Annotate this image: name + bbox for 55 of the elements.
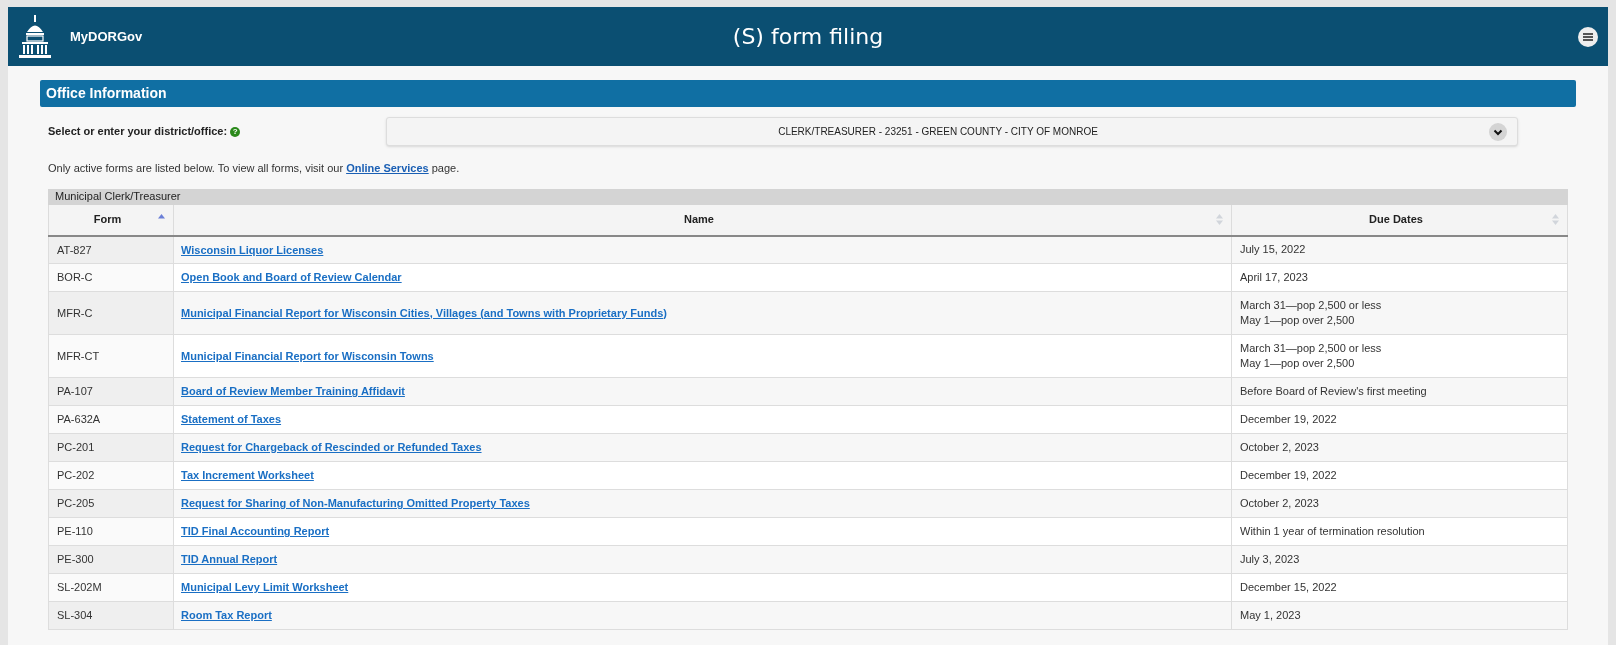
due-date-cell: October 2, 2023 xyxy=(1231,433,1568,462)
due-date-cell: March 31—pop 2,500 or less May 1—pop over 2,500 xyxy=(1231,334,1568,378)
form-cell: BOR-C xyxy=(48,263,174,292)
brand-name[interactable]: MyDORGov xyxy=(70,26,143,47)
form-cell: PA-107 xyxy=(48,377,174,406)
column-header[interactable]: Due Dates xyxy=(1231,204,1568,236)
due-date-cell: December 15, 2022 xyxy=(1231,573,1568,602)
form-cell: PA-632A xyxy=(48,405,174,434)
form-link[interactable]: Municipal Financial Report for Wisconsin Towns xyxy=(181,349,434,362)
due-date-cell: December 19, 2022 xyxy=(1231,405,1568,434)
due-date-cell: July 15, 2022 xyxy=(1231,235,1568,264)
column-header[interactable]: Name xyxy=(173,204,1232,236)
form-link[interactable]: TID Annual Report xyxy=(181,553,278,566)
form-link[interactable]: Request for Chargeback of Rescinded or Refunded Taxes xyxy=(181,441,482,454)
form-cell: PC-205 xyxy=(48,489,174,518)
table-caption: Municipal Clerk/Treasurer xyxy=(48,188,1568,205)
chevron-down-icon xyxy=(1489,122,1507,141)
help-icon[interactable]: ? xyxy=(230,126,241,137)
capitol-logo-icon xyxy=(18,14,52,59)
form-cell: MFR-C xyxy=(48,291,174,335)
due-date-cell: December 19, 2022 xyxy=(1231,461,1568,490)
menu-icon xyxy=(1583,32,1593,41)
due-date-cell: April 17, 2023 xyxy=(1231,263,1568,292)
form-link[interactable]: Request for Sharing of Non-Manufacturing Omitted Property Taxes xyxy=(181,497,530,510)
due-date-cell: Within 1 year of termination resolution xyxy=(1231,517,1568,546)
section-title: Office Information xyxy=(46,84,167,103)
form-link[interactable]: TID Final Accounting Report xyxy=(181,525,330,538)
form-cell: PC-202 xyxy=(48,461,174,490)
form-cell: PE-110 xyxy=(48,517,174,546)
form-cell: AT-827 xyxy=(48,235,174,264)
form-link[interactable]: Open Book and Board of Review Calendar xyxy=(181,271,402,284)
form-cell: PE-300 xyxy=(48,545,174,574)
due-date-cell: October 2, 2023 xyxy=(1231,489,1568,518)
form-link[interactable]: Municipal Levy Limit Worksheet xyxy=(181,581,349,594)
office-select-label: Select or enter your district/office: xyxy=(48,124,228,140)
form-cell: PC-201 xyxy=(48,433,174,462)
due-date-cell: July 3, 2023 xyxy=(1231,545,1568,574)
form-link[interactable]: Municipal Financial Report for Wisconsin Cities, Villages (and Towns with Proprietary Funds) xyxy=(181,306,667,319)
form-cell: SL-304 xyxy=(48,601,174,630)
due-date-cell: May 1, 2023 xyxy=(1231,601,1568,630)
column-header[interactable]: Form xyxy=(48,204,174,236)
notice-text: Only active forms are listed below. To view all forms, visit our Online Services page. xyxy=(48,161,461,176)
due-date-cell: March 31—pop 2,500 or less May 1—pop over 2,500 xyxy=(1231,291,1568,335)
form-link[interactable]: Wisconsin Liquor Licenses xyxy=(181,243,324,256)
form-cell: MFR-CT xyxy=(48,334,174,378)
office-select[interactable]: CLERK/TREASURER - 23251 - GREEN COUNTY - CITY OF MONROE xyxy=(386,117,1518,146)
form-cell: SL-202M xyxy=(48,573,174,602)
menu-button[interactable] xyxy=(1578,26,1598,47)
due-date-cell: Before Board of Review's first meeting xyxy=(1231,377,1568,406)
online-services-link[interactable]: Online Services xyxy=(346,162,429,174)
page-title: (S) form filing xyxy=(732,23,884,51)
form-link[interactable]: Board of Review Member Training Affidavit xyxy=(181,385,405,398)
form-link[interactable]: Room Tax Report xyxy=(181,609,272,622)
form-link[interactable]: Tax Increment Worksheet xyxy=(181,469,314,482)
form-link[interactable]: Statement of Taxes xyxy=(181,413,282,426)
